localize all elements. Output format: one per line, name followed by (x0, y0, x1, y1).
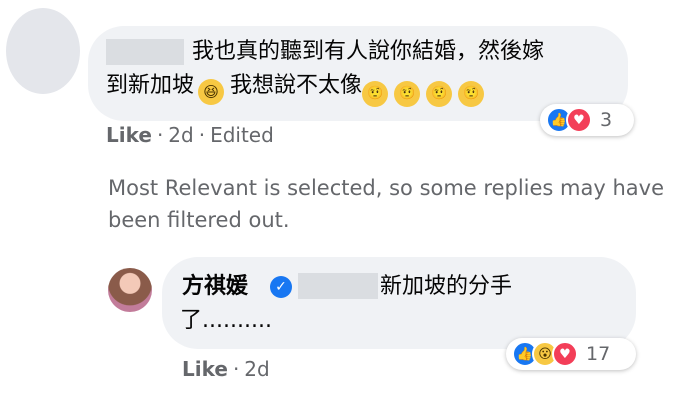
reply-actions: Like · 2d (182, 355, 270, 383)
reply-reactions[interactable]: 👍 😮 ♥ 17 (506, 338, 636, 370)
comment-text-segment: 我想說不太像 (230, 73, 363, 98)
reply-avatar[interactable] (108, 268, 152, 312)
like-link[interactable]: Like (182, 357, 228, 381)
like-link[interactable]: Like (106, 123, 152, 147)
thinking-emoji-icon: 🤨 (394, 81, 421, 107)
comment-reactions[interactable]: 👍 ♥ 3 (540, 104, 634, 136)
comment-actions: Like · 2d · Edited (106, 121, 274, 149)
comment-text-segment: 到新加坡 (106, 73, 195, 98)
heart-icon: ♥ (552, 341, 578, 367)
separator-dot: · (198, 123, 206, 147)
reply-text-line2: 了.......... (180, 308, 272, 333)
commenter-avatar[interactable] (6, 8, 80, 94)
heart-icon: ♥ (566, 107, 592, 133)
timestamp[interactable]: 2d (244, 357, 269, 381)
verified-badge-icon: ✓ (270, 276, 292, 298)
filter-notice: Most Relevant is selected, so some repli… (108, 176, 664, 232)
reply-text-line1: 新加坡的分手 (380, 274, 513, 299)
thinking-emoji-icon: 🤨 (426, 81, 453, 107)
reaction-count: 17 (586, 343, 611, 365)
thinking-emoji-icon: 🤨 (458, 81, 485, 107)
separator-dot: · (156, 123, 164, 147)
redacted-name (106, 39, 184, 65)
timestamp[interactable]: 2d (168, 123, 193, 147)
thinking-emoji-icon: 🤨 (362, 81, 389, 107)
separator-dot: · (232, 357, 240, 381)
comment-text-line1: 我也真的聽到有人說你結婚，然後嫁 (192, 39, 545, 64)
laughing-emoji-icon: 😆 (198, 79, 225, 105)
reaction-count: 3 (600, 109, 613, 131)
edited-label[interactable]: Edited (210, 123, 274, 147)
redacted-tag (298, 273, 378, 299)
reply-author-name[interactable]: 方祺媛 (182, 270, 248, 303)
comment-text-line2: 到新加坡 😆 我想說不太像 🤨 🤨 🤨 🤨 (106, 69, 490, 107)
